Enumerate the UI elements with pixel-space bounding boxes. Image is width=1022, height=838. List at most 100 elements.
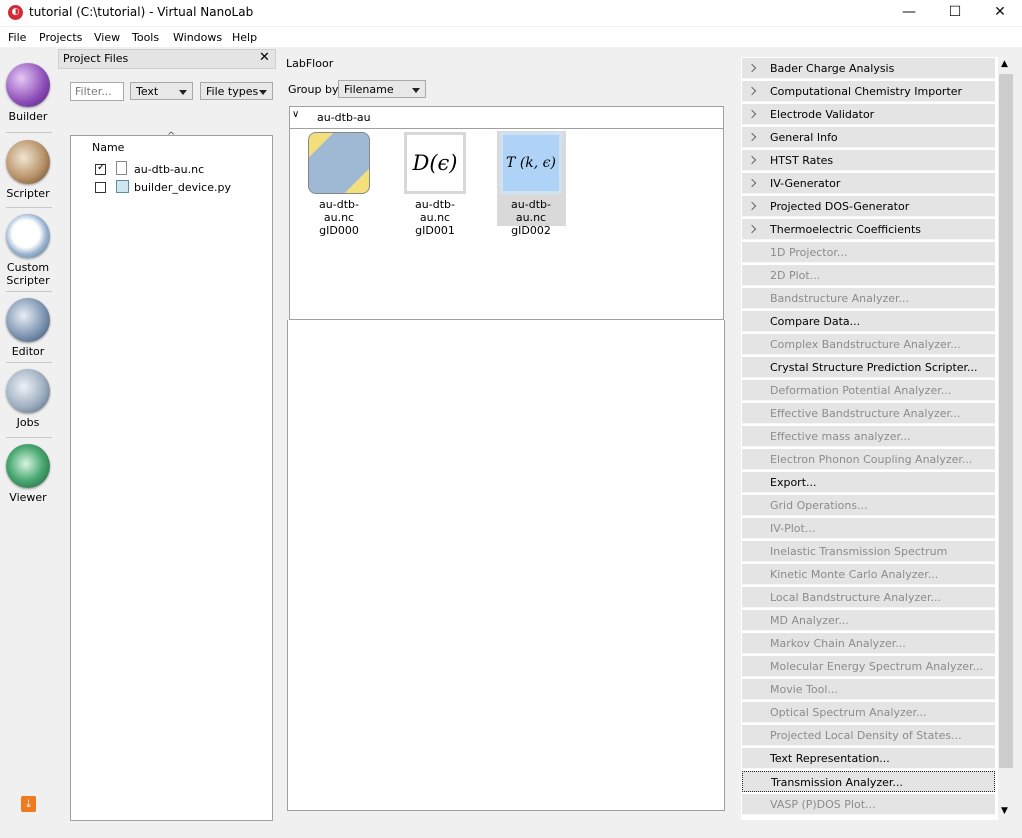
analyzer-item[interactable]: Molecular Energy Spectrum Analyzer... <box>742 656 995 677</box>
analyzer-item[interactable]: Thermoelectric Coefficients <box>742 219 995 240</box>
analyzer-item[interactable]: Optical Spectrum Analyzer... <box>742 702 995 723</box>
labfloor-item-gID002[interactable]: T (k, ϵ) au-dtb-au.nc gID002 <box>497 132 565 237</box>
file-tree[interactable] <box>70 135 273 821</box>
download-icon[interactable]: ⤓ <box>21 796 36 812</box>
viewer-label: Viewer <box>9 491 47 504</box>
builder-tool[interactable]: Builder <box>3 63 53 123</box>
viewer-tool[interactable]: Viewer <box>3 444 53 504</box>
analyzer-item[interactable]: Transmission Analyzer... <box>742 771 995 792</box>
scroll-down-icon[interactable]: ▼ <box>1001 806 1008 816</box>
analyzer-item[interactable]: Markov Chain Analyzer... <box>742 633 995 654</box>
type-combo[interactable]: Text <box>130 82 193 100</box>
labfloor-item-gID000[interactable]: au-dtb-au.nc gID000 <box>305 132 373 237</box>
file-checkbox[interactable]: ✓ <box>95 162 106 175</box>
analyzer-label: Bader Charge Analysis <box>770 62 895 75</box>
analyzer-item[interactable]: Inelastic Transmission Spectrum Analyzer… <box>742 541 995 579</box>
analyzer-item[interactable]: Bader Charge Analysis <box>742 58 995 79</box>
custom-scripter-tool[interactable]: Custom Scripter <box>3 214 53 287</box>
close-window-button[interactable]: ✕ <box>977 0 1022 26</box>
scripter-tool[interactable]: Scripter <box>3 140 53 200</box>
menu-windows[interactable]: Windows <box>173 31 222 44</box>
chevron-right-icon[interactable] <box>747 63 757 73</box>
analyzer-item[interactable]: Electron Phonon Coupling Analyzer... <box>742 449 995 470</box>
jobs-tool[interactable]: Jobs <box>3 369 53 429</box>
file-name[interactable]: builder_device.py <box>134 181 231 194</box>
analyzer-item[interactable]: Effective Bandstructure Analyzer... <box>742 403 995 424</box>
analyzer-item[interactable]: Projected DOS-Generator <box>742 196 995 217</box>
close-panel-icon[interactable]: ✕ <box>259 50 270 65</box>
analyzer-item[interactable]: Movie Tool... <box>742 679 995 700</box>
checkmark-icon: ✓ <box>97 162 106 173</box>
analyzer-item[interactable]: 1D Projector... <box>742 242 995 263</box>
analyzer-item[interactable]: Projected Local Density of States... <box>742 725 995 746</box>
analyzer-item[interactable]: Crystal Structure Prediction Scripter... <box>742 357 995 378</box>
chevron-right-icon[interactable] <box>747 178 757 188</box>
chevron-right-icon[interactable] <box>747 86 757 96</box>
analyzer-item[interactable]: General Info <box>742 127 995 148</box>
column-header-name[interactable]: Name <box>92 141 124 154</box>
analyzer-label: Compare Data... <box>770 315 861 328</box>
analyzer-item[interactable]: Grid Operations... <box>742 495 995 516</box>
analyzer-item[interactable]: Export... <box>742 472 995 493</box>
filter-input[interactable] <box>70 82 124 101</box>
labfloor-item-gID001[interactable]: D(ϵ) au-dtb-au.nc gID001 <box>401 132 469 237</box>
analyzer-label: Deformation Potential Analyzer... <box>770 384 952 397</box>
chevron-down-icon <box>412 88 420 93</box>
scroll-up-icon[interactable]: ▲ <box>1001 59 1008 69</box>
menu-projects[interactable]: Projects <box>39 31 82 44</box>
analyzer-label: Export... <box>770 476 817 489</box>
analyzer-label: Projected Local Density of States... <box>770 729 962 742</box>
editor-label: Editor <box>11 345 45 358</box>
analyzer-label: Computational Chemistry Importer <box>770 85 963 98</box>
file-name[interactable]: au-dtb-au.nc <box>134 163 204 176</box>
scripter-label: Scripter <box>6 187 50 200</box>
analyzer-item[interactable]: VASP (P)DOS Plot... <box>742 794 995 815</box>
group-name: au-dtb-au <box>317 111 371 124</box>
analyzer-item[interactable]: Compare Data... <box>742 311 995 332</box>
analyzer-item[interactable]: MD Analyzer... <box>742 610 995 631</box>
chevron-right-icon[interactable] <box>747 109 757 119</box>
group-by-label: Group by <box>288 83 339 96</box>
editor-tool[interactable]: Editor <box>3 298 53 358</box>
analyzer-label: Bandstructure Analyzer... <box>770 292 910 305</box>
maximize-button[interactable]: ☐ <box>932 0 978 26</box>
analyzer-item[interactable]: Electrode Validator <box>742 104 995 125</box>
item-id: gID000 <box>319 224 359 237</box>
file-checkbox[interactable] <box>95 182 106 193</box>
menu-view[interactable]: View <box>94 31 120 44</box>
analyzer-item[interactable]: Local Bandstructure Analyzer... <box>742 587 995 608</box>
analyzer-item[interactable]: Complex Bandstructure Analyzer... <box>742 334 995 355</box>
project-files-title: Project Files <box>63 52 129 65</box>
minimize-button[interactable]: — <box>886 0 932 26</box>
chevron-right-icon[interactable] <box>747 155 757 165</box>
scrollbar-thumb[interactable] <box>999 74 1013 768</box>
menu-tools[interactable]: Tools <box>132 31 159 44</box>
group-by-combo[interactable]: Filename <box>338 80 426 98</box>
analyzer-label: Markov Chain Analyzer... <box>770 637 906 650</box>
analyzer-label: Local Bandstructure Analyzer... <box>770 591 942 604</box>
analyzer-item[interactable]: Effective mass analyzer... <box>742 426 995 447</box>
analyzer-item[interactable]: IV-Plot... <box>742 518 995 539</box>
analyzer-label: 2D Plot... <box>770 269 821 282</box>
analyzer-item[interactable]: Bandstructure Analyzer... <box>742 288 995 309</box>
analyzer-label: Text Representation... <box>770 752 890 765</box>
analyzer-label: Optical Spectrum Analyzer... <box>770 706 927 719</box>
builder-label: Builder <box>8 110 48 123</box>
chevron-right-icon[interactable] <box>747 201 757 211</box>
analyzer-item[interactable]: IV-Generator <box>742 173 995 194</box>
menu-help[interactable]: Help <box>232 31 257 44</box>
analyzer-item[interactable]: Text Representation... <box>742 748 995 769</box>
chevron-right-icon[interactable] <box>747 132 757 142</box>
analyzer-label: IV-Generator <box>770 177 841 190</box>
analyzer-item[interactable]: HTST Rates <box>742 150 995 171</box>
analyzer-item[interactable]: Kinetic Monte Carlo Analyzer... <box>742 564 995 585</box>
file-types-combo[interactable]: File types <box>200 82 273 100</box>
chevron-down-icon[interactable]: ∨ <box>292 109 299 120</box>
chevron-right-icon[interactable] <box>747 224 757 234</box>
analyzer-item[interactable]: 2D Plot... <box>742 265 995 286</box>
analyzer-item[interactable]: Deformation Potential Analyzer... <box>742 380 995 401</box>
menu-file[interactable]: File <box>8 31 26 44</box>
viewer-icon <box>6 444 50 488</box>
analyzer-item[interactable]: Computational Chemistry Importer <box>742 81 995 102</box>
app-logo-icon: ◐ <box>8 5 23 20</box>
